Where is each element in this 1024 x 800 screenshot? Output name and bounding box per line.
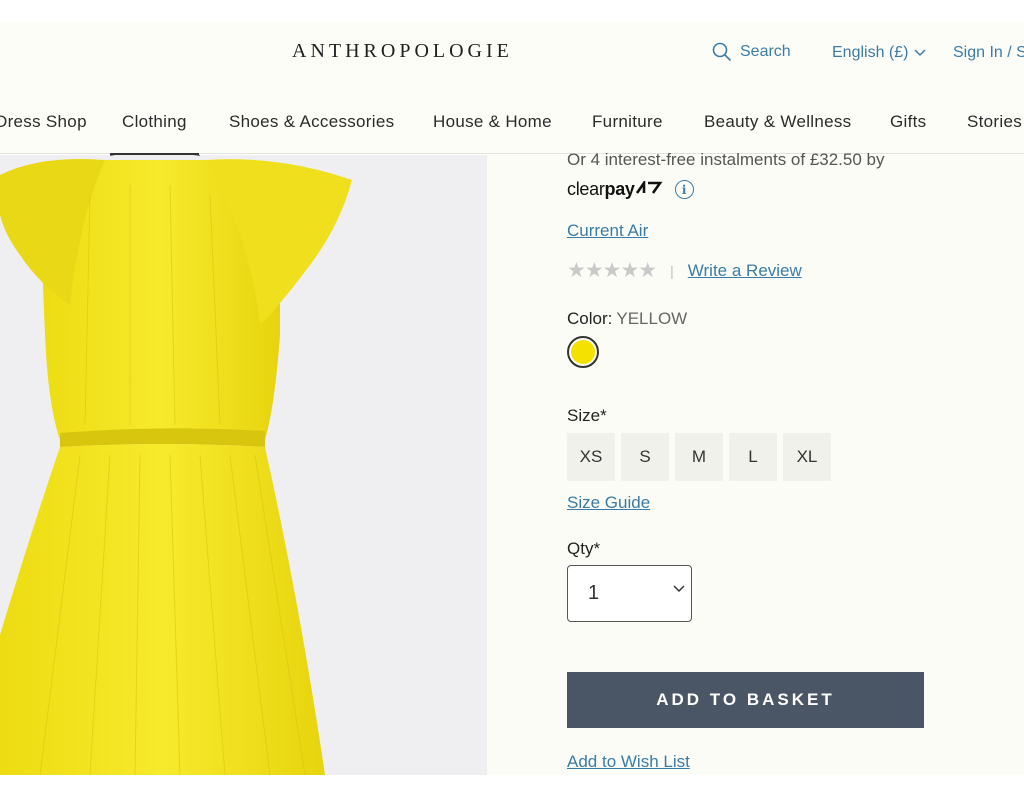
main-nav: Dress Shop Clothing Shoes & Accessories … xyxy=(0,112,1024,155)
size-label: Size* xyxy=(567,406,607,425)
language-selector[interactable]: English (£) xyxy=(832,44,927,62)
size-guide-link[interactable]: Size Guide xyxy=(567,493,650,513)
nav-item-shoes-accessories[interactable]: Shoes & Accessories xyxy=(229,112,394,132)
add-to-wish-list-link[interactable]: Add to Wish List xyxy=(567,752,690,772)
color-value: YELLOW xyxy=(616,309,688,328)
nav-item-stories[interactable]: Stories xyxy=(967,112,1022,132)
sign-in-link[interactable]: Sign In / S xyxy=(953,44,1024,62)
color-label: Color: YELLOW xyxy=(567,309,688,328)
search-button[interactable]: Search xyxy=(712,42,791,62)
add-to-basket-button[interactable]: ADD TO BASKET xyxy=(567,672,924,728)
clearpay-row: clearpay i xyxy=(567,178,694,200)
search-label: Search xyxy=(740,43,791,60)
swatch-dot xyxy=(571,340,595,364)
size-options: XS S M L XL xyxy=(567,433,831,481)
size-option-l[interactable]: L xyxy=(729,433,777,481)
nav-item-clothing[interactable]: Clothing xyxy=(110,112,199,155)
size-option-m[interactable]: M xyxy=(675,433,723,481)
instalments-text: Or 4 interest-free instalments of £32.50… xyxy=(567,150,885,169)
quantity-select[interactable]: 1 xyxy=(567,565,692,622)
info-icon[interactable]: i xyxy=(674,180,694,199)
chevron-down-icon xyxy=(914,49,927,57)
nav-item-beauty-wellness[interactable]: Beauty & Wellness xyxy=(704,112,851,132)
rating-separator: | xyxy=(670,262,674,279)
nav-item-furniture[interactable]: Furniture xyxy=(592,112,663,132)
nav-item-gifts[interactable]: Gifts xyxy=(890,112,926,132)
size-option-xl[interactable]: XL xyxy=(783,433,831,481)
size-option-s[interactable]: S xyxy=(621,433,669,481)
site-header: ANTHROPOLOGIE Search English (£) Sign In… xyxy=(0,22,1024,155)
logo[interactable]: ANTHROPOLOGIE xyxy=(292,40,513,63)
quantity-value: 1 xyxy=(588,582,600,604)
rating-row: ★★★★★ | Write a Review xyxy=(567,258,802,283)
dress-image xyxy=(0,155,352,775)
language-label: English (£) xyxy=(832,44,909,61)
size-option-xs[interactable]: XS xyxy=(567,433,615,481)
product-details: Or 4 interest-free instalments of £32.50… xyxy=(487,150,1024,775)
nav-item-dress-shop[interactable]: Dress Shop xyxy=(0,112,87,132)
nav-item-house-home[interactable]: House & Home xyxy=(433,112,552,132)
chevron-down-icon xyxy=(673,585,685,593)
search-icon xyxy=(712,42,732,62)
write-review-link[interactable]: Write a Review xyxy=(688,261,802,281)
qty-label: Qty* xyxy=(567,539,601,558)
clearpay-logo: clearpay xyxy=(567,178,663,200)
top-strip xyxy=(0,0,1024,22)
bottom-strip xyxy=(0,775,1024,800)
clearpay-mark-icon xyxy=(635,178,663,194)
product-image[interactable] xyxy=(0,155,487,775)
brand-link[interactable]: Current Air xyxy=(567,221,648,241)
color-swatch-yellow[interactable] xyxy=(567,336,599,368)
star-rating: ★★★★★ xyxy=(567,259,657,282)
